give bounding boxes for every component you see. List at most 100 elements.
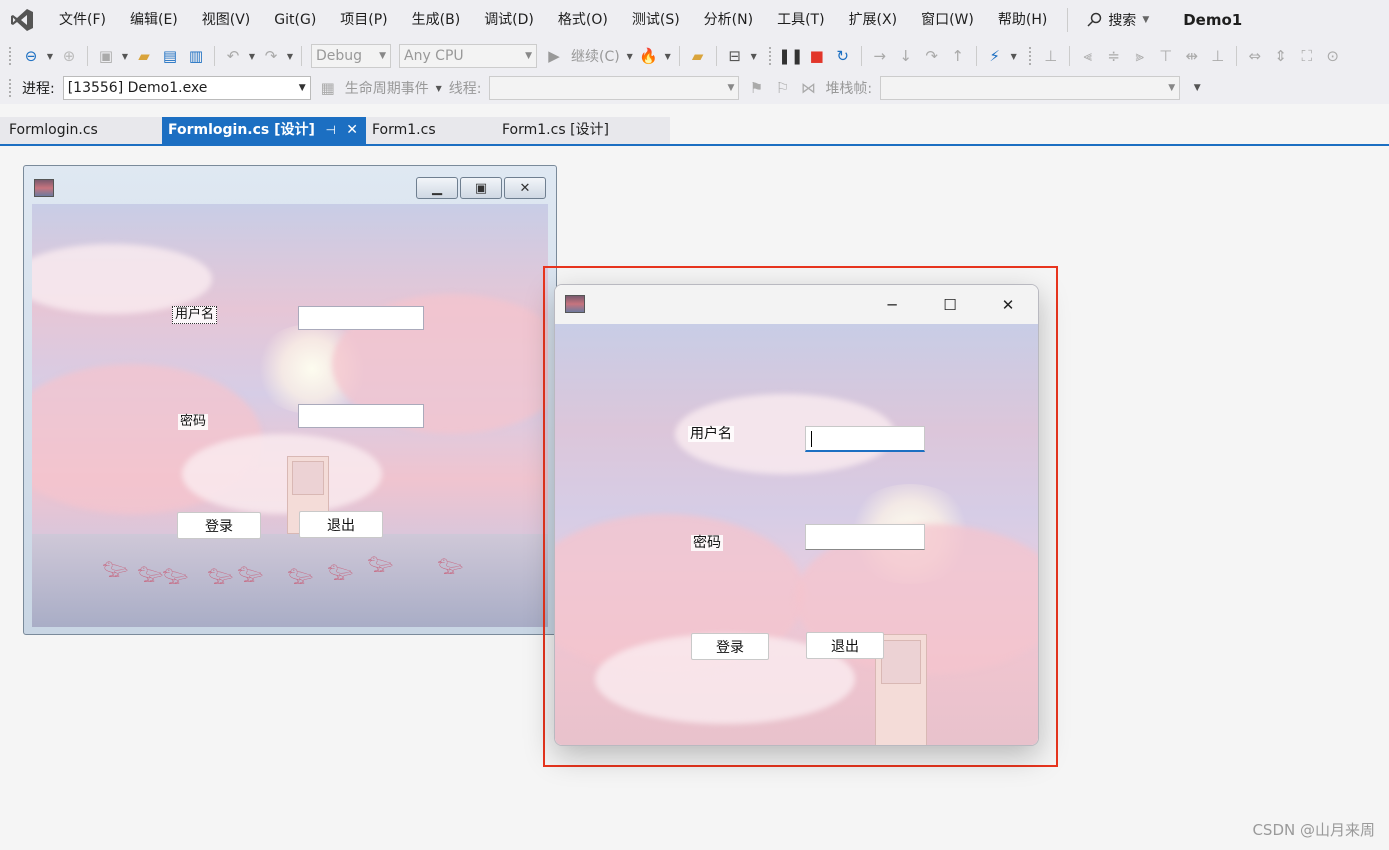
redo-icon[interactable]: ↷ (260, 45, 282, 67)
chevron-down-icon[interactable]: ▼ (286, 45, 294, 67)
chevron-down-icon[interactable]: ▼ (1010, 45, 1018, 67)
login-button[interactable]: 登录 (691, 633, 769, 660)
tab-label: Form1.cs [设计] (502, 122, 609, 138)
maximize-button[interactable]: ☐ (938, 293, 962, 317)
search-button[interactable]: 搜索 ▼ (1076, 10, 1159, 30)
new-project-icon[interactable]: ▣ (95, 45, 117, 67)
menu-tools[interactable]: 工具(T) (765, 0, 836, 40)
running-form-window[interactable]: ─ ☐ ✕ 用户名 密码 登录 退出 (554, 284, 1039, 746)
tab-form1-cs[interactable]: Form1.cs (366, 117, 496, 144)
folder-search-icon[interactable]: ▰ (687, 45, 709, 67)
chevron-down-icon[interactable]: ▼ (435, 77, 443, 99)
menu-view[interactable]: 视图(V) (190, 0, 263, 40)
zoom-icon[interactable]: ⊙ (1322, 45, 1344, 67)
menu-help[interactable]: 帮助(H) (986, 0, 1059, 40)
diagnostic-icon[interactable]: ⚡ (984, 45, 1006, 67)
menu-edit[interactable]: 编辑(E) (118, 0, 190, 40)
menu-build[interactable]: 生成(B) (400, 0, 473, 40)
close-button[interactable]: ✕ (996, 293, 1020, 317)
close-button[interactable]: ✕ (504, 177, 546, 199)
toolbar-grip[interactable] (1027, 46, 1032, 66)
align-rights-icon[interactable]: ⫸ (1129, 45, 1151, 67)
flag-threads-icon[interactable]: ⚐ (771, 77, 793, 99)
designer-username-label[interactable]: 用户名 (172, 306, 218, 324)
menu-format[interactable]: 格式(O) (546, 0, 620, 40)
toolbar-grip[interactable] (8, 46, 12, 66)
save-icon[interactable]: ▤ (159, 45, 181, 67)
restart-icon[interactable]: ↻ (832, 45, 854, 67)
process-select[interactable]: [13556] Demo1.exe ▼ (62, 76, 311, 100)
menu-window[interactable]: 窗口(W) (909, 0, 986, 40)
flag-thread-icon[interactable]: ⚑ (745, 77, 767, 99)
menu-file[interactable]: 文件(F) (47, 0, 118, 40)
close-icon[interactable]: ✕ (346, 117, 358, 144)
menu-test[interactable]: 测试(S) (620, 0, 692, 40)
maximize-button[interactable]: ▣ (460, 177, 502, 199)
hot-reload-icon[interactable]: 🔥 (638, 45, 660, 67)
running-title-bar[interactable]: ─ ☐ ✕ (555, 285, 1038, 324)
toolbar-options-icon[interactable]: ▼ (1186, 77, 1208, 99)
chevron-down-icon[interactable]: ▼ (664, 45, 672, 67)
size-to-grid-icon[interactable]: ⛶ (1296, 45, 1318, 67)
align-tops-icon[interactable]: ⊤ (1155, 45, 1177, 67)
chevron-down-icon[interactable]: ▼ (750, 45, 758, 67)
designer-password-label[interactable]: 密码 (178, 414, 209, 430)
app-window-icon[interactable]: ⊟ (724, 45, 746, 67)
thread-select[interactable]: ▼ (489, 76, 740, 100)
platform-select[interactable]: Any CPU ▼ (399, 44, 537, 68)
step-out-icon[interactable]: ↑ (947, 45, 969, 67)
make-same-width-icon[interactable]: ⇔ (1244, 45, 1266, 67)
designer-form-window[interactable]: ▁ ▣ ✕ 𓅰 𓅰 𓅰 𓅰 𓅰 𓅰 𓅰 𓅰 𓅰 用户名 密码 登录 退出 (23, 165, 557, 635)
designer-exit-button[interactable]: 退出 (299, 511, 383, 538)
tab-formlogin-design[interactable]: Formlogin.cs [设计] ⊣ ✕ (162, 117, 366, 144)
toolbar-grip[interactable] (8, 78, 12, 98)
designer-password-input[interactable] (298, 404, 424, 428)
align-bottoms-icon[interactable]: ⊥ (1207, 45, 1229, 67)
pin-icon[interactable]: ⊣ (326, 117, 336, 144)
align-lefts-icon[interactable]: ⫷ (1077, 45, 1099, 67)
stackframe-select[interactable]: ▼ (880, 76, 1181, 100)
pause-icon[interactable]: ❚❚ (778, 45, 803, 67)
visual-studio-logo-icon[interactable] (9, 7, 35, 33)
minimize-button[interactable]: ─ (880, 293, 904, 317)
chevron-down-icon[interactable]: ▼ (248, 45, 256, 67)
make-same-height-icon[interactable]: ⇕ (1270, 45, 1292, 67)
tab-formlogin-cs[interactable]: Formlogin.cs (0, 117, 162, 144)
designer-title-bar[interactable]: ▁ ▣ ✕ (24, 166, 556, 204)
chevron-down-icon[interactable]: ▼ (626, 45, 634, 67)
tab-form1-design[interactable]: Form1.cs [设计] (496, 117, 670, 144)
menu-git[interactable]: Git(G) (262, 0, 328, 40)
navigate-forward-icon[interactable]: ⊕ (58, 45, 80, 67)
menu-project[interactable]: 项目(P) (328, 0, 399, 40)
menu-analyze[interactable]: 分析(N) (692, 0, 765, 40)
toolbar-grip[interactable] (767, 46, 772, 66)
designer-username-input[interactable] (298, 306, 424, 330)
step-into-icon[interactable]: ↓ (895, 45, 917, 67)
align-to-grid-icon[interactable]: ⊥ (1040, 45, 1062, 67)
show-next-statement-icon[interactable]: → (869, 45, 891, 67)
username-input[interactable] (805, 426, 925, 452)
toolbar-separator (214, 46, 215, 66)
step-over-icon[interactable]: ↷ (921, 45, 943, 67)
navigate-back-icon[interactable]: ⊖ (20, 45, 42, 67)
exit-button[interactable]: 退出 (806, 632, 884, 659)
password-input[interactable] (805, 524, 925, 550)
stop-icon[interactable]: ■ (806, 45, 828, 67)
lifecycle-events-icon[interactable]: ▦ (317, 77, 339, 99)
continue-button[interactable]: 继续(C) (571, 46, 620, 66)
designer-login-button[interactable]: 登录 (177, 512, 261, 539)
align-centers-icon[interactable]: ≑ (1103, 45, 1125, 67)
open-folder-icon[interactable]: ▰ (133, 45, 155, 67)
continue-play-icon[interactable]: ▶ (543, 45, 565, 67)
undo-icon[interactable]: ↶ (222, 45, 244, 67)
show-threads-icon[interactable]: ⋈ (797, 77, 819, 99)
menu-debug[interactable]: 调试(D) (472, 0, 546, 40)
chevron-down-icon[interactable]: ▼ (46, 45, 54, 67)
lifecycle-events-button[interactable]: 生命周期事件 (345, 78, 429, 98)
minimize-button[interactable]: ▁ (416, 177, 458, 199)
save-all-icon[interactable]: ▥ (185, 45, 207, 67)
menu-extensions[interactable]: 扩展(X) (837, 0, 910, 40)
configuration-select[interactable]: Debug ▼ (311, 44, 391, 68)
chevron-down-icon[interactable]: ▼ (121, 45, 129, 67)
align-middles-icon[interactable]: ⇹ (1181, 45, 1203, 67)
